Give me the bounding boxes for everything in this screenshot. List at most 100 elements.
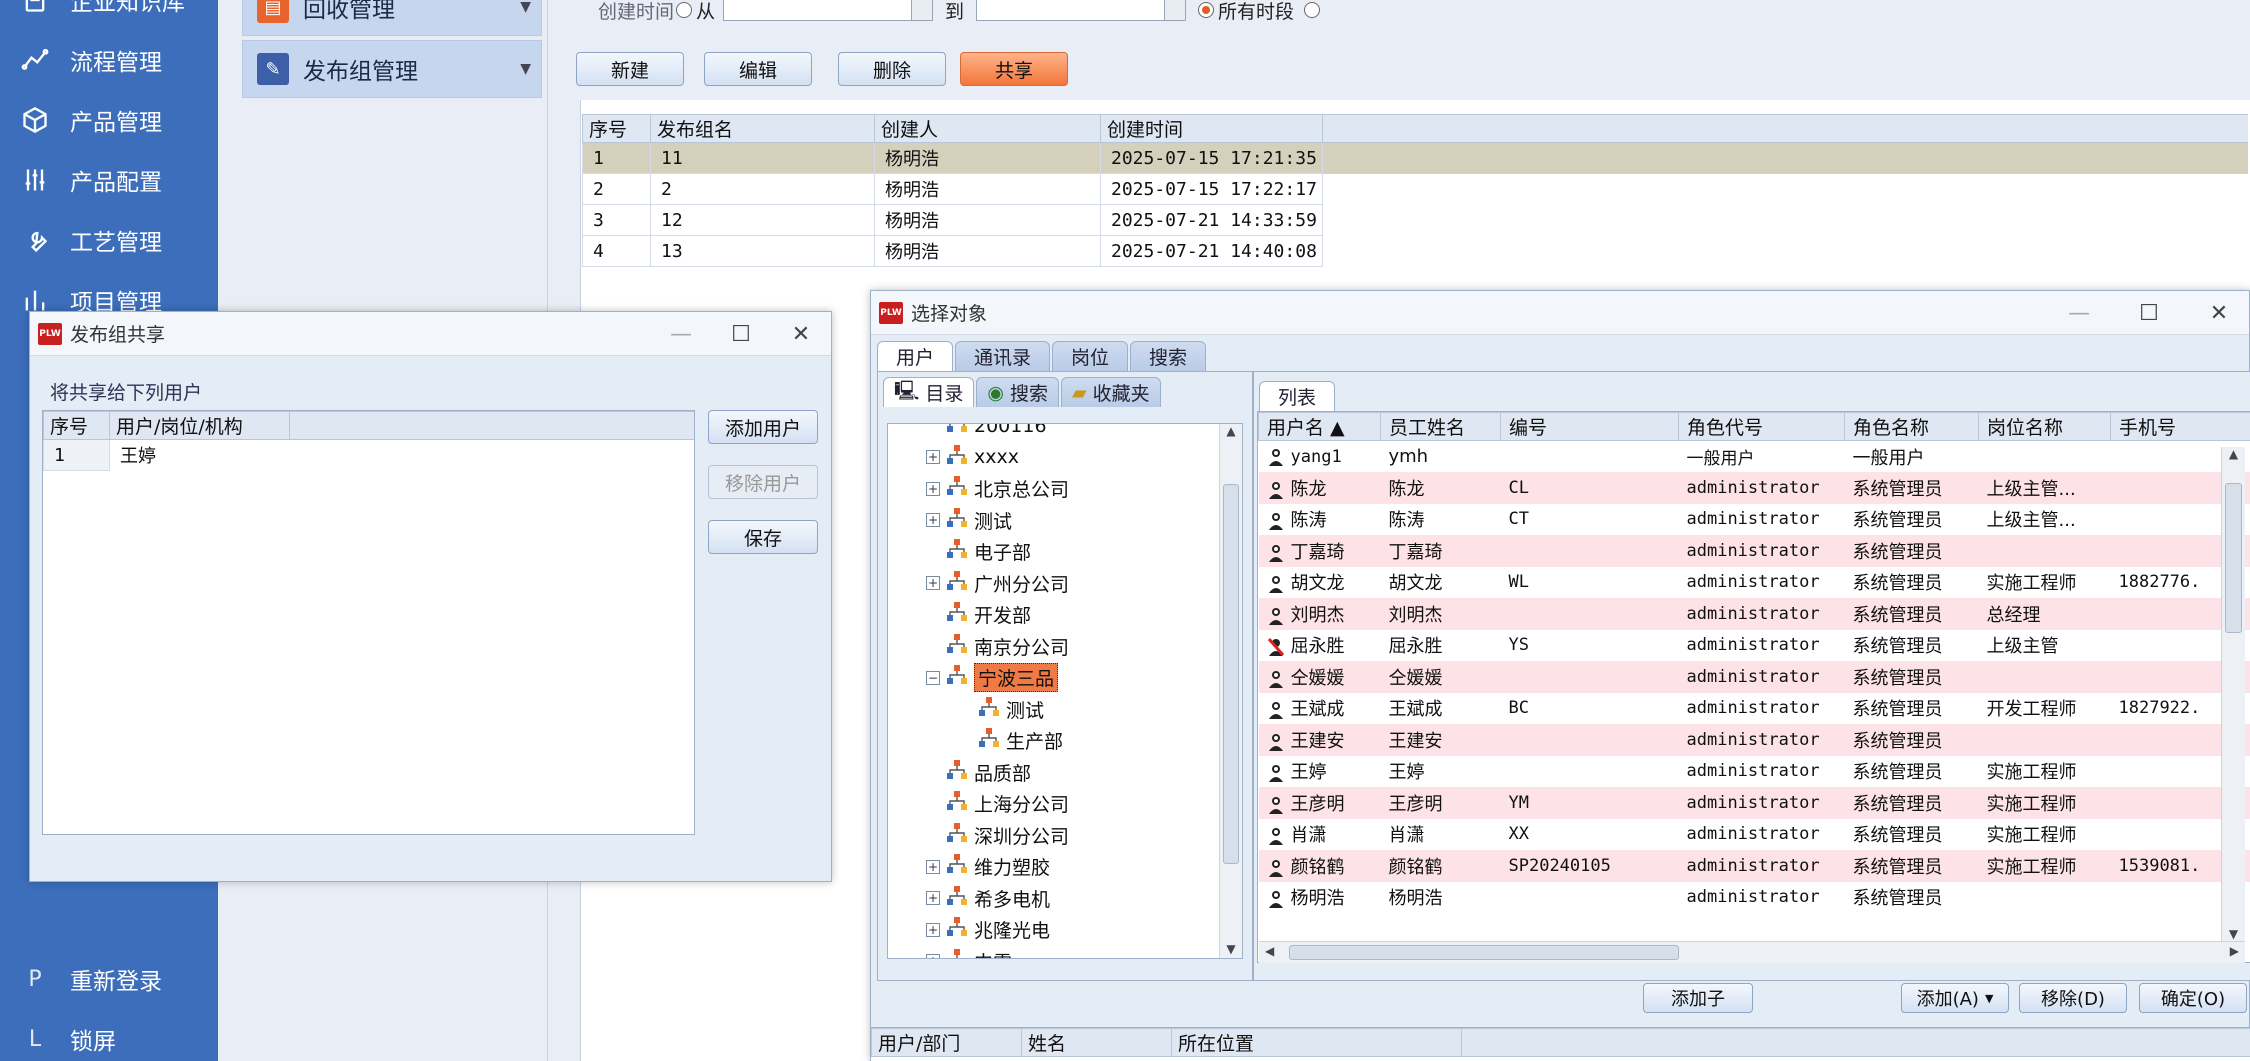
expand-icon[interactable]: + [926,859,940,874]
delete-button[interactable]: 删除 [838,52,946,86]
column-header[interactable]: 手机号 [2110,412,2250,441]
add-child-button[interactable]: 添加子 [1643,983,1753,1013]
column-header[interactable]: 创建时间 [1100,114,1323,143]
user-row[interactable]: 丁嘉琦 丁嘉琦 administrator 系统管理员 [1258,535,2250,567]
tree-node[interactable]: 开发部 [926,599,1031,630]
user-row[interactable]: yang1 ymh 一般用户 一般用户 [1259,441,2250,473]
scroll-thumb[interactable] [1223,484,1239,864]
user-row[interactable]: 陈涛 陈涛 CT administrator 系统管理员 上级主管... [1259,504,2250,536]
collapse-icon[interactable]: − [926,670,940,685]
scroll-down-icon[interactable]: ▼ [2222,927,2245,941]
list-scrollbar[interactable]: ▲ ▼ [2221,447,2245,943]
scroll-up-icon[interactable]: ▲ [2222,447,2245,461]
tree-node[interactable]: 品质部 [926,757,1031,788]
remove-button[interactable]: 移除(D) [2019,983,2127,1013]
expand-icon[interactable]: + [926,954,940,958]
tree-node[interactable]: + 北京总公司 [926,473,1069,504]
scroll-thumb[interactable] [1289,945,1679,960]
column-header[interactable]: 发布组名 [650,114,875,143]
user-row[interactable]: 王建安 王建安 administrator 系统管理员 [1258,724,2250,756]
maximize-icon[interactable]: ☐ [2119,291,2179,335]
nav-item-process[interactable]: 工艺管理 [0,212,218,268]
tree-node[interactable]: − 宁波三品 [926,662,1059,693]
expand-icon[interactable]: + [926,891,940,905]
tree-node[interactable]: + xxxx [926,442,1019,473]
nav-item-product[interactable]: 产品管理 [0,92,218,148]
table-row[interactable]: 2 2 杨明浩 2025-07-15 17:22:17 [582,173,2249,205]
edit-button[interactable]: 编辑 [704,52,812,86]
scroll-up-icon[interactable]: ▲ [1220,424,1242,438]
publish-group-management-button[interactable]: ✎ 发布组管理 ▼ [242,40,542,98]
user-row[interactable]: 颜铭鹤 颜铭鹤 SP20240105 administrator 系统管理员 实施工程师 1… [1258,850,2250,882]
scroll-thumb[interactable] [2225,483,2242,633]
confirm-button[interactable]: 确定(O) [2139,983,2247,1013]
tab-positions[interactable]: 岗位 [1052,341,1129,371]
scroll-left-icon[interactable]: ◀ [1265,944,1274,958]
tree-node[interactable]: 南京分公司 [926,631,1069,662]
user-row[interactable]: 王彦明 王彦明 YM administrator 系统管理员 实施工程师 [1258,787,2250,819]
expand-icon[interactable]: + [926,481,940,496]
column-header[interactable]: 序号 [43,411,110,440]
save-button[interactable]: 保存 [708,520,818,554]
dialog-titlebar[interactable]: PLW 选择对象 — ☐ ✕ [871,291,2249,335]
scroll-right-icon[interactable]: ▶ [2230,944,2239,958]
user-row[interactable]: 杨明浩 杨明浩 administrator 系统管理员 [1259,882,2250,914]
nav-item-knowledge[interactable]: 企业知识库 [0,0,218,28]
maximize-icon[interactable]: ☐ [711,312,771,356]
tab-directory[interactable]: 🖳 目录 [883,377,975,407]
column-header[interactable]: 角色代号 [1678,412,1845,441]
column-header[interactable]: 姓名 [1021,1028,1172,1057]
expand-icon[interactable]: + [926,576,940,590]
tab-search[interactable]: 搜索 [1130,341,1207,371]
user-row[interactable]: 胡文龙 胡文龙 WL administrator 系统管理员 实施工程师 1882776. [1259,567,2250,599]
tree-node[interactable]: + 兆隆光电 [926,914,1050,945]
remove-user-button[interactable]: 移除用户 [708,465,818,499]
tree-node[interactable]: 深圳分公司 [926,820,1069,851]
column-header[interactable]: 创建人 [874,114,1101,143]
from-radio[interactable] [676,2,693,18]
date-to-combo[interactable] [976,0,1187,21]
column-header[interactable]: 用户/岗位/机构 [109,411,290,440]
list-hscrollbar[interactable]: ◀ ▶ [1259,941,2245,963]
date-from-combo[interactable] [723,0,934,21]
user-row[interactable]: 屈永胜 屈永胜 YS administrator 系统管理员 上级主管 [1259,630,2250,662]
tree-node[interactable]: + 维力塑胶 [926,851,1050,882]
tree-node[interactable]: 上海分公司 [926,788,1069,819]
other-radio[interactable] [1304,2,1321,18]
tree-node[interactable]: + 中雷 [926,946,1012,958]
expand-icon[interactable]: + [926,922,940,937]
column-header[interactable]: 用户名 ▲ [1258,412,1381,441]
table-row[interactable]: 3 12 杨明浩 2025-07-21 14:33:59 [582,204,2249,236]
column-header[interactable]: 用户/部门 [871,1028,1022,1057]
table-row[interactable]: 4 13 杨明浩 2025-07-21 14:40:08 [582,235,2249,267]
tab-users[interactable]: 用户 [877,341,954,371]
user-row[interactable]: 仝媛媛 仝媛媛 administrator 系统管理员 [1258,661,2250,693]
tree-node[interactable]: + 测试 [926,505,1012,536]
column-header[interactable]: 编号 [1500,412,1679,441]
nav-item-relogin[interactable]: P 重新登录 [0,951,218,1007]
tree-node[interactable]: + 希多电机 [926,883,1050,914]
recycle-management-button[interactable]: ▤ 回收管理 ▼ [242,0,542,36]
user-row[interactable]: 陈龙 陈龙 CL administrator 系统管理员 上级主管... [1258,472,2250,504]
close-icon[interactable]: ✕ [2189,291,2249,335]
tree-scrollbar[interactable]: ▲ ▼ [1219,424,1242,958]
share-button[interactable]: 共享 [960,52,1068,86]
nav-item-product-config[interactable]: 产品配置 [0,152,218,208]
column-header[interactable]: 角色名称 [1844,412,1979,441]
nav-item-lock[interactable]: L 锁屏 [0,1011,218,1061]
expand-icon[interactable]: + [926,513,940,527]
tree-node[interactable]: + 广州分公司 [926,568,1069,599]
dialog-titlebar[interactable]: PLW 发布组共享 — ☐ ✕ [30,312,831,356]
minimize-icon[interactable]: — [2049,291,2109,335]
tree-node[interactable]: 电子部 [926,536,1031,567]
tree-node[interactable]: 200116 [926,424,1047,441]
column-header[interactable]: 序号 [582,114,651,143]
user-row[interactable]: 王斌成 王斌成 BC administrator 系统管理员 开发工程师 1827922. [1259,693,2250,725]
tab-favorites[interactable]: ▰ 收藏夹 [1060,377,1161,407]
tab-dir-search[interactable]: ◉ 搜索 [976,377,1059,407]
all-periods-radio[interactable] [1198,2,1215,18]
column-header[interactable]: 岗位名称 [1978,412,2111,441]
user-row[interactable]: 刘明杰 刘明杰 administrator 系统管理员 总经理 [1258,598,2250,630]
add-button[interactable]: 添加(A) ▼ [1901,983,2009,1013]
new-button[interactable]: 新建 [576,52,684,86]
